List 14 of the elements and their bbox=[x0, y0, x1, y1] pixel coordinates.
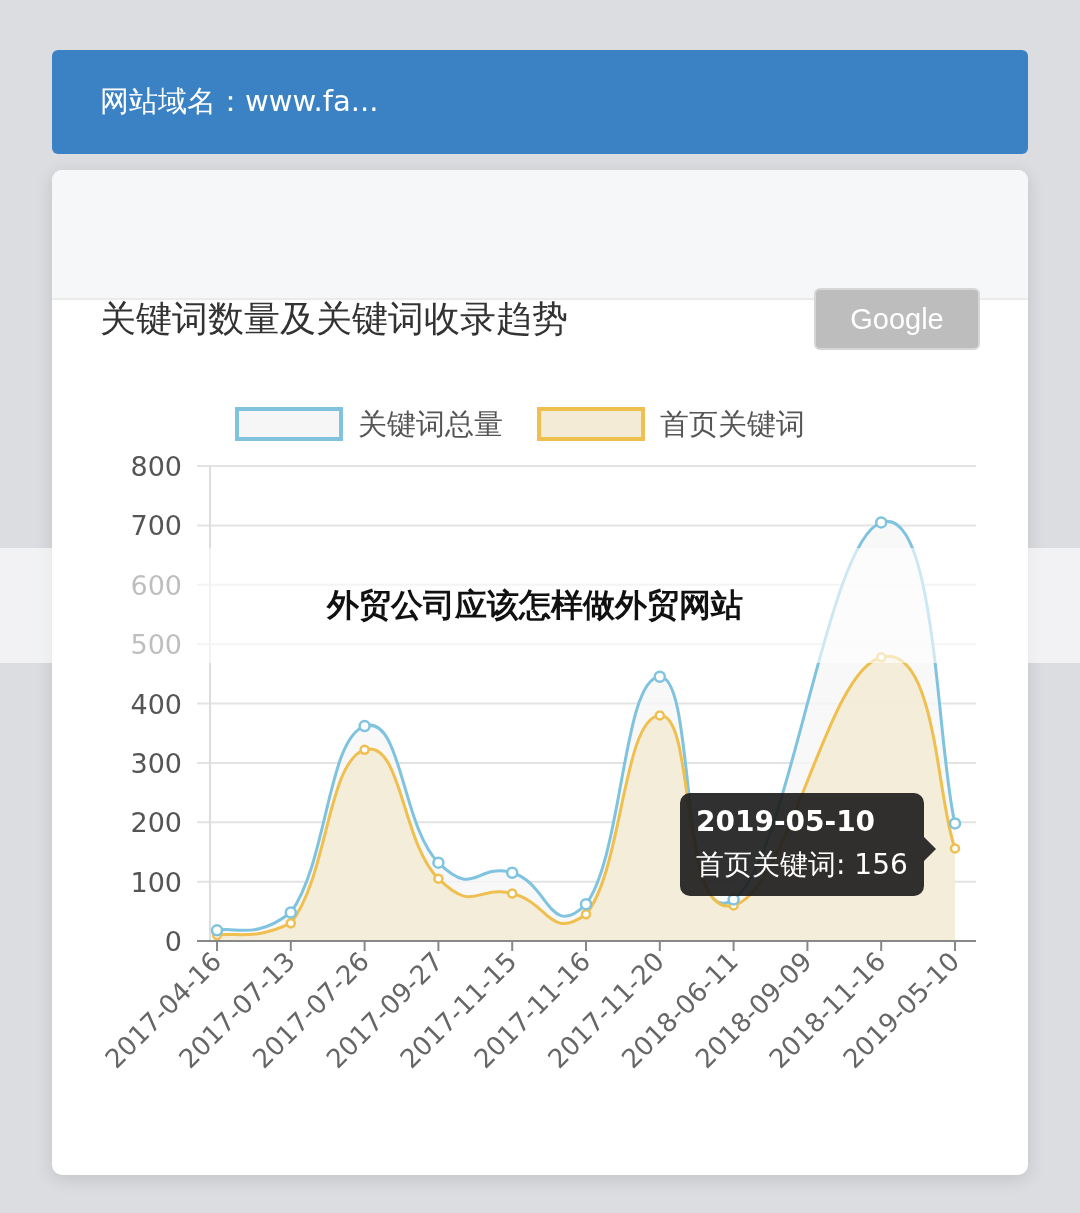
banner-title: 外贸公司应该怎样做外贸网站 bbox=[327, 584, 743, 626]
y-axis-label: 600 bbox=[130, 569, 182, 601]
y-axis-label: 300 bbox=[130, 747, 182, 779]
tooltip-date: 2019-05-10 bbox=[696, 805, 877, 838]
y-axis-label: 400 bbox=[130, 688, 182, 720]
y-axis-label: 0 bbox=[164, 926, 182, 957]
y-axis-label: 200 bbox=[130, 807, 182, 839]
y-axis-label: 700 bbox=[130, 510, 182, 542]
y-axis-label: 500 bbox=[130, 629, 182, 661]
domain-label: 网站域名：www.fa... bbox=[100, 83, 379, 120]
y-axis-label: 100 bbox=[130, 866, 182, 898]
tooltip-value: 首页关键词: 156 bbox=[696, 847, 908, 883]
chart-title: 关键词数量及关键词收录趋势 bbox=[100, 296, 568, 341]
y-axis-label: 800 bbox=[130, 451, 182, 482]
